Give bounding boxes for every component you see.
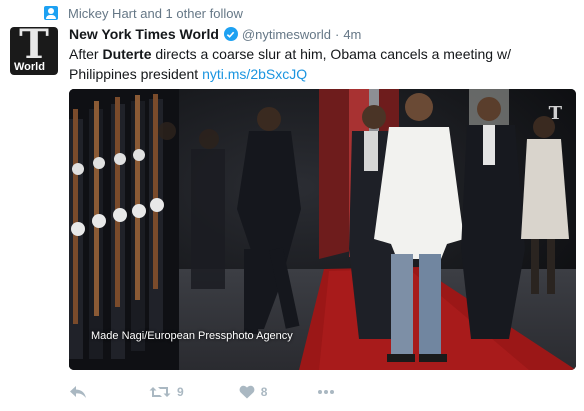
verified-icon: [223, 27, 238, 41]
like-button[interactable]: 8: [239, 385, 268, 399]
separator-dot: ·: [334, 26, 340, 42]
tweet-link[interactable]: nyti.ms/2bSxcJQ: [202, 66, 307, 82]
retweet-button[interactable]: 9: [149, 385, 184, 399]
follower-icon: [44, 6, 58, 20]
author-name[interactable]: New York Times World: [69, 26, 219, 42]
author-handle[interactable]: @nytimesworld: [242, 27, 331, 42]
tweet-text-bold: Duterte: [102, 46, 152, 62]
tweet-actions: 9 8: [69, 381, 335, 403]
heart-icon: [239, 385, 255, 399]
reply-icon: [70, 386, 86, 398]
social-context[interactable]: Mickey Hart and 1 other follow: [44, 4, 243, 22]
tweet-timestamp[interactable]: 4m: [343, 27, 361, 42]
more-options-button[interactable]: [317, 389, 335, 395]
photo-credit: Made Nagi/European Pressphoto Agency: [91, 330, 293, 342]
reply-button[interactable]: [69, 385, 87, 399]
tweet-text: After Duterte directs a coarse slur at h…: [69, 44, 569, 84]
avatar[interactable]: T World: [10, 27, 58, 75]
tweet-photo[interactable]: T Made Nagi/European Pressphoto Agency: [69, 89, 576, 370]
like-count: 8: [260, 385, 268, 399]
tweet-text-part: After: [69, 46, 103, 62]
retweet-icon: [149, 387, 171, 397]
avatar-label: World: [13, 61, 46, 73]
retweet-count: 9: [177, 385, 184, 399]
social-context-text[interactable]: Mickey Hart and 1 other follow: [68, 6, 243, 21]
nyt-watermark: T: [548, 103, 562, 124]
tweet-header: New York Times World @nytimesworld · 4m: [69, 26, 361, 42]
more-dots-icon: [318, 390, 335, 394]
photo-illustration: [69, 89, 576, 370]
